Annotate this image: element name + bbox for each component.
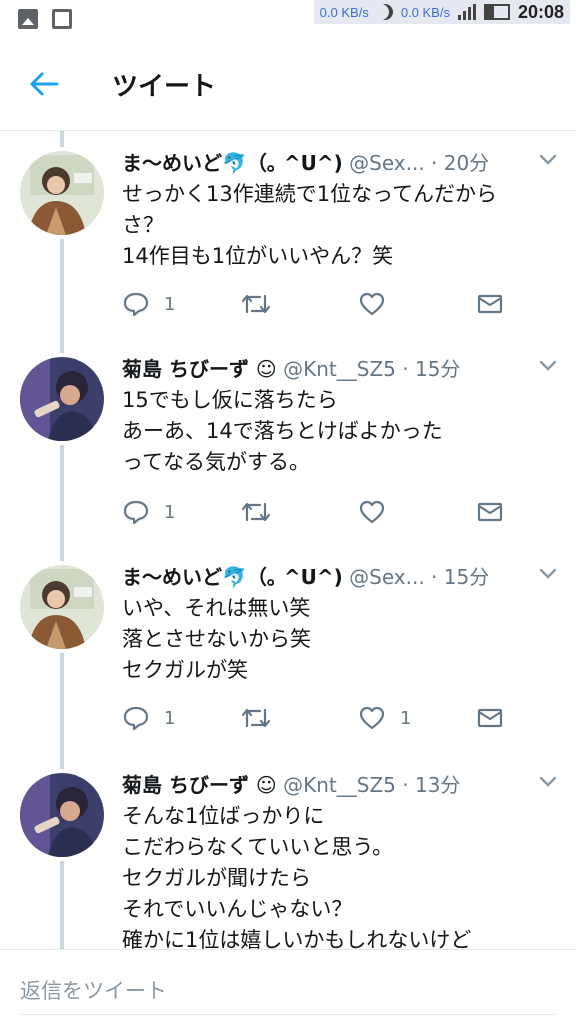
username[interactable]: @Sex... [349,151,425,175]
timestamp[interactable]: 15分 [444,565,489,589]
tweet-line: そんな1位ばっかりに [122,804,325,828]
upload-speed: 0.0 KB/s [319,4,369,20]
retweet-icon [241,294,271,314]
separator: · [431,151,438,175]
direct-message-button[interactable] [476,289,576,319]
heart-icon [359,706,385,730]
tweet-line: あーあ、14で落ちとけばよかった [122,419,443,443]
tweet-line: ってなる気がする。 [122,450,310,474]
avatar[interactable] [20,151,104,235]
reply-button[interactable]: 1 [122,497,240,527]
retweet-icon [241,708,271,728]
separator: · [402,773,409,797]
tweet-line: 確かに1位は嬉しいかもしれないけど [122,928,472,949]
retweet-button[interactable] [240,289,358,319]
tweet[interactable]: 菊島 ちびーず ☺ @Knt__SZ5 · 13分 そんな1位ばっかりに こだわ… [0,753,576,949]
retweet-button[interactable] [240,497,358,527]
like-count: 1 [400,707,412,729]
avatar[interactable] [20,773,104,857]
tweet-header: ま〜めいど🐬（｡ ^U^) @Sex... · 20分 [122,147,536,176]
reply-button[interactable]: 1 [122,703,240,733]
gallery-notification-icon [18,9,38,29]
signal-icon [457,4,476,20]
username[interactable]: @Sex... [349,565,425,589]
do-not-disturb-icon [377,4,393,20]
like-button[interactable] [358,497,476,527]
tweet-line: それでいいんじゃない？ [122,897,353,921]
reply-count: 1 [164,707,176,729]
direct-message-button[interactable] [476,497,576,527]
tweet-text: そんな1位ばっかりに こだわらなくていいと思う。 セクガルが聞けたら それでいい… [122,801,556,949]
chevron-down-icon[interactable] [538,359,558,373]
timestamp[interactable]: 15分 [415,357,460,381]
tweet-line: 落とさせないから笑 [122,627,311,651]
tweet-header: ま〜めいど🐬（｡ ^U^) @Sex... · 15分 [122,561,536,590]
envelope-icon [477,708,503,728]
tweet[interactable]: ま〜めいど🐬（｡ ^U^) @Sex... · 15分 いや、それは無い笑 落と… [0,545,576,753]
tweet-actions: 1 [122,497,576,527]
username[interactable]: @Knt__SZ5 [283,357,396,381]
battery-icon [483,4,510,20]
arrow-left-icon [30,72,59,96]
timestamp[interactable]: 13分 [415,773,460,797]
tweet-line: いや、それは無い笑 [122,596,311,620]
username[interactable]: @Knt__SZ5 [283,773,396,797]
chevron-down-icon[interactable] [538,775,558,789]
download-speed: 0.0 KB/s [400,4,450,20]
separator: · [431,565,438,589]
chevron-down-icon[interactable] [538,567,558,581]
speech-bubble-icon [123,706,149,731]
avatar[interactable] [20,357,104,441]
tweet-line: さ？ [122,213,164,237]
tweet[interactable]: 菊島 ちびーず ☺ @Knt__SZ5 · 15分 15でもし仮に落ちたら あー… [0,337,576,545]
tweet-text: せっかく13作連続で1位なってんだから さ？ 14作目も1位がいいやん？笑 [122,179,556,272]
envelope-icon [477,294,503,314]
clock: 20:08 [517,1,564,22]
tweet-line: セクガルが聞けたら [122,866,311,890]
display-name[interactable]: ま〜めいど🐬（｡ ^U^) [122,151,343,175]
status-bar: 0.0 KB/s 0.0 KB/s 20:08 [0,0,576,38]
display-name[interactable]: 菊島 ちびーず ☺ [122,357,277,381]
reply-count: 1 [164,501,176,523]
tweet-line: せっかく13作連続で1位なってんだから [122,182,498,206]
tweet-thread[interactable]: ま〜めいど🐬（｡ ^U^) @Sex... · 20分 せっかく13作連続で1位… [0,131,576,949]
reply-count: 1 [164,293,176,315]
timestamp[interactable]: 20分 [444,151,489,175]
page-title: ツイート [112,71,217,102]
tweet-text: いや、それは無い笑 落とさせないから笑 セクガルが笑 [122,593,556,686]
retweet-button[interactable] [240,703,358,733]
tweet-header: 菊島 ちびーず ☺ @Knt__SZ5 · 13分 [122,769,536,798]
tweet-line: こだわらなくていいと思う。 [122,835,394,859]
speech-bubble-icon [123,500,149,525]
tweet-line: 14作目も1位がいいやん？笑 [122,244,394,268]
tweet-line: 15でもし仮に落ちたら [122,388,338,412]
chevron-down-icon[interactable] [538,153,558,167]
reply-button[interactable]: 1 [122,289,240,319]
reply-bar [0,949,576,1025]
display-name[interactable]: ま〜めいど🐬（｡ ^U^) [122,565,343,589]
tweet-text: 15でもし仮に落ちたら あーあ、14で落ちとけばよかった ってなる気がする。 [122,385,556,478]
tweet-actions: 1 [122,289,576,319]
envelope-icon [477,502,503,522]
like-button[interactable]: 1 [358,703,476,733]
app-header: ツイート [0,38,576,131]
tweet-actions: 1 1 [122,703,576,733]
tweet[interactable]: ま〜めいど🐬（｡ ^U^) @Sex... · 20分 せっかく13作連続で1位… [0,131,576,337]
avatar[interactable] [20,565,104,649]
speech-bubble-icon [123,292,149,317]
tweet-header: 菊島 ちびーず ☺ @Knt__SZ5 · 15分 [122,353,536,382]
retweet-icon [241,502,271,522]
heart-icon [359,292,385,316]
direct-message-button[interactable] [476,703,576,733]
heart-icon [359,500,385,524]
like-button[interactable] [358,289,476,319]
display-name[interactable]: 菊島 ちびーず ☺ [122,773,277,797]
status-indicators: 0.0 KB/s 0.0 KB/s 20:08 [313,0,570,24]
app-notification-icon [52,9,72,29]
reply-input[interactable] [20,968,556,1015]
back-button[interactable] [18,58,70,110]
separator: · [402,357,409,381]
tweet-line: セクガルが笑 [122,658,248,682]
